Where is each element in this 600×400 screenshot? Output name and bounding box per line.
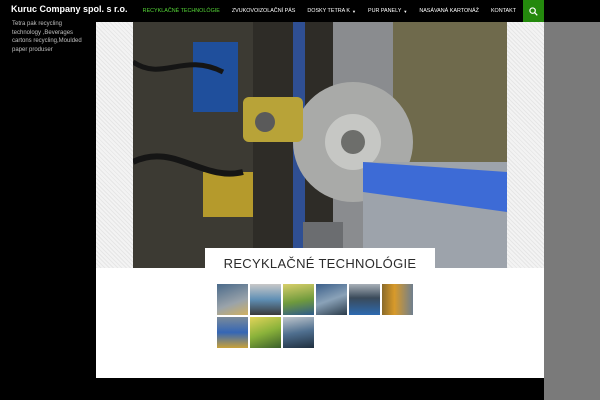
nav-item-label: PUR Panely: [367, 8, 402, 14]
right-margin-top: [544, 0, 600, 22]
search-toggle-button[interactable]: [523, 0, 544, 22]
site-title[interactable]: Kuruc Company spol. s r.o.: [11, 4, 128, 14]
search-icon: [529, 6, 538, 16]
gallery-thumbnail[interactable]: [316, 284, 347, 315]
nav-item-nasavana-kartonaz[interactable]: Nasávaná kartonáž: [413, 0, 485, 22]
nav-item-recyklacne-technologie[interactable]: Recyklačné technológie: [137, 0, 226, 22]
gallery-thumbnail[interactable]: [382, 284, 413, 315]
primary-menu: Recyklačné technológie Zvukovoizolační p…: [137, 0, 522, 22]
page-title-box: Recyklačné technológie: [205, 248, 435, 278]
featured-image: [133, 22, 507, 268]
top-navigation-bar: Kuruc Company spol. s r.o. Recyklačné te…: [0, 0, 600, 22]
gallery-thumbnail[interactable]: [217, 317, 248, 348]
nav-item-zvukovoizolacni-pas[interactable]: Zvukovoizolační pás: [226, 0, 302, 22]
right-margin-area: [544, 0, 600, 400]
nav-item-kontakt[interactable]: Kontakt: [485, 0, 522, 22]
nav-item-label: Zvukovoizolační pás: [231, 8, 296, 14]
page-title: Recyklačné technológie: [223, 255, 417, 271]
gallery-thumbnail[interactable]: [283, 284, 314, 315]
gallery-thumbnail[interactable]: [349, 284, 380, 315]
nav-item-label: Recyklačné technológie: [142, 8, 220, 14]
nav-item-label: Kontakt: [490, 8, 516, 14]
nav-item-label: Nasávaná kartonáž: [419, 8, 479, 14]
nav-item-label: Dosky Tetra K: [307, 8, 351, 14]
gallery-thumbnail[interactable]: [250, 284, 281, 315]
caret-down-icon: ▼: [352, 8, 356, 14]
nav-item-pur-panely[interactable]: PUR Panely ▼: [362, 0, 413, 22]
caret-down-icon: ▼: [403, 8, 408, 14]
gallery-thumbnail[interactable]: [283, 317, 314, 348]
gallery-thumbnail[interactable]: [217, 284, 248, 315]
site-description: Tetra pak recycling technology ,Beverage…: [12, 21, 82, 53]
nav-item-dosky-tetra-k[interactable]: Dosky Tetra K ▼: [301, 0, 362, 22]
footer-bar: [96, 378, 544, 400]
gallery-thumbnail[interactable]: [250, 317, 281, 348]
